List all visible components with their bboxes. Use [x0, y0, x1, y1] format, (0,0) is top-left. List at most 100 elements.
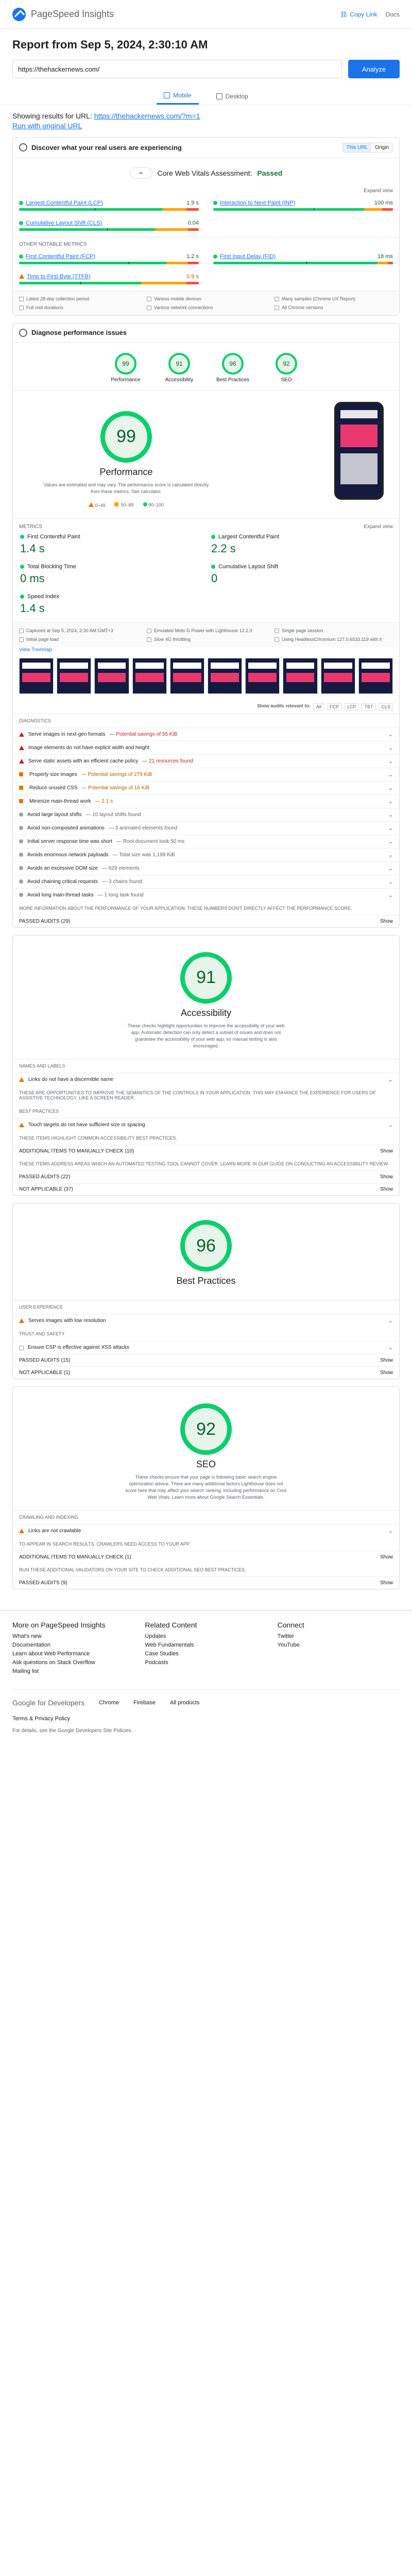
diagnostic-audit-row[interactable]: Avoid chaining critical requests — 3 cha…: [13, 874, 399, 888]
filter-fcp[interactable]: FCP: [327, 703, 341, 710]
performance-more-info: More information about the performance o…: [19, 905, 352, 911]
show-button[interactable]: Show: [380, 1148, 393, 1154]
diagnostic-audit-row[interactable]: Properly size images — Potential savings…: [13, 767, 399, 781]
google-developers-logo[interactable]: Google for Developers: [12, 1699, 84, 1707]
expand-view-link[interactable]: Expand view: [13, 188, 399, 198]
chrome-icon: [274, 305, 279, 310]
inp-metric-link[interactable]: Interaction to Next Paint (INP): [213, 200, 295, 206]
good-circle-icon: [143, 502, 147, 506]
audit-detail: — Potential savings of 16 KiB: [81, 785, 150, 791]
showing-results: Showing results for URL: https://thehack…: [0, 105, 412, 137]
lab-metric: Total Blocking Time 0 ms: [20, 564, 201, 585]
manual-checks-row[interactable]: ADDITIONAL ITEMS TO MANUALLY CHECK (10) S…: [13, 1145, 399, 1157]
show-button[interactable]: Show: [380, 1174, 393, 1180]
show-button[interactable]: Show: [380, 1358, 393, 1363]
best-practices-audit-row[interactable]: Ensure CSP is effective against XSS atta…: [13, 1341, 399, 1354]
seo-score-link[interactable]: 92 SEO: [268, 352, 304, 383]
footer-link[interactable]: Learn about Web Performance: [12, 1651, 134, 1657]
not-applicable-row[interactable]: NOT APPLICABLE (1) Show: [13, 1366, 399, 1379]
url-input[interactable]: [12, 60, 342, 78]
fcp-value: 1.2 s: [186, 253, 199, 260]
best-practices-audit-row[interactable]: Serves images with low resolution ⌄: [13, 1314, 399, 1327]
show-button[interactable]: Show: [380, 1554, 393, 1560]
lcp-metric-link[interactable]: Largest Contentful Paint (LCP): [19, 200, 103, 206]
lab-metrics-grid: First Contentful Paint 1.4 s Largest Cont…: [13, 534, 399, 622]
link-icon: ⛓: [340, 10, 348, 18]
meta-item: Emulated Moto G Power with Lighthouse 12…: [147, 628, 265, 633]
performance-score-link[interactable]: 99 Performance: [108, 352, 144, 383]
accessibility-audit-row[interactable]: Touch targets do not have sufficient siz…: [13, 1118, 399, 1131]
footer-link[interactable]: Documentation: [12, 1642, 134, 1648]
toggle-origin[interactable]: Origin: [371, 143, 392, 152]
fcp-metric-link[interactable]: First Contentful Paint (FCP): [19, 253, 95, 260]
audit-filter-bar: Show audits relevant to: All FCP LCP TBT CLS: [13, 700, 399, 714]
footer-link[interactable]: Case Studies: [145, 1651, 267, 1657]
ttfb-metric-link[interactable]: Time to First Byte (TTFB): [19, 274, 91, 280]
show-button[interactable]: Show: [380, 1187, 393, 1192]
best-practices-score-link[interactable]: 96 Best Practices: [215, 352, 251, 383]
footer-link[interactable]: Updates: [145, 1633, 267, 1639]
passed-audits-row[interactable]: PASSED AUDITS (15) Show: [13, 1354, 399, 1366]
showing-url-link[interactable]: https://thehackernews.com/?m=1: [94, 112, 200, 120]
footer-product-link[interactable]: Firebase: [133, 1700, 156, 1706]
passed-audits-row[interactable]: PASSED AUDITS (22) Show: [13, 1171, 399, 1183]
footer-link[interactable]: Mailing list: [12, 1668, 134, 1674]
toggle-this-url[interactable]: This URL: [342, 143, 372, 152]
diagnostic-audit-row[interactable]: Avoids an excessive DOM size — 629 eleme…: [13, 861, 399, 875]
fid-metric-link[interactable]: First Input Delay (FID): [213, 253, 276, 260]
show-passed-button[interactable]: Show: [380, 919, 393, 924]
cwv-metric: Largest Contentful Paint (LCP) 1.9 s: [19, 200, 199, 211]
show-button[interactable]: Show: [380, 1580, 393, 1586]
accessibility-audit-row[interactable]: Links do not have a discernible name ⌄: [13, 1073, 399, 1086]
filter-cls[interactable]: CLS: [379, 703, 393, 710]
analyze-button[interactable]: Analyze: [348, 60, 400, 78]
terms-link[interactable]: Terms & Privacy Policy: [12, 1716, 400, 1722]
footer-link[interactable]: What's new: [12, 1633, 134, 1639]
filter-lcp[interactable]: LCP: [344, 703, 359, 710]
cls-metric-link[interactable]: Cumulative Layout Shift (CLS): [19, 220, 102, 226]
diagnostic-audit-row[interactable]: Initial server response time was short —…: [13, 834, 399, 848]
diagnostic-audit-row[interactable]: Image elements do not have explicit widt…: [13, 740, 399, 754]
accessibility-score-link[interactable]: 91 Accessibility: [161, 352, 197, 383]
seo-audit-row[interactable]: Links are not crawlable ⌄: [13, 1524, 399, 1537]
chevron-down-icon: ⌄: [388, 771, 393, 778]
diagnostic-audit-row[interactable]: Minimize main-thread work — 2.1 s ⌄: [13, 794, 399, 808]
footer-product-link[interactable]: All products: [170, 1700, 199, 1706]
not-applicable-row[interactable]: NOT APPLICABLE (37) Show: [13, 1183, 399, 1195]
calendar-icon: [19, 296, 24, 301]
filter-all[interactable]: All: [313, 703, 324, 710]
diagnostic-audit-row[interactable]: Avoids enormous network payloads — Total…: [13, 848, 399, 861]
tab-desktop[interactable]: Desktop: [209, 87, 255, 105]
footer-link[interactable]: Ask questions on Stack Overflow: [12, 1659, 134, 1666]
cwv-metric: Interaction to Next Paint (INP) 100 ms: [213, 200, 393, 211]
footer-link[interactable]: YouTube: [278, 1642, 400, 1648]
footer-link[interactable]: Twitter: [278, 1633, 400, 1639]
meta-item: Initial page load: [19, 637, 138, 642]
docs-link[interactable]: Docs: [386, 11, 400, 18]
diagnostic-audit-row[interactable]: Avoid large layout shifts — 10 layout sh…: [13, 807, 399, 821]
diagnostic-audit-row[interactable]: Serve images in next-gen formats — Poten…: [13, 727, 399, 741]
audit-label-group: Avoid chaining critical requests — 3 cha…: [19, 879, 142, 885]
tab-mobile[interactable]: Mobile: [157, 87, 199, 105]
brand: PageSpeed Insights: [12, 7, 114, 21]
filter-tbt[interactable]: TBT: [362, 703, 376, 710]
view-treemap-button[interactable]: View Treemap: [13, 647, 399, 658]
audit-detail: — 21 resources found: [142, 758, 193, 764]
diagnostic-audit-row[interactable]: Avoid long main-thread tasks — 1 long ta…: [13, 888, 399, 902]
manual-checks-row[interactable]: ADDITIONAL ITEMS TO MANUALLY CHECK (1) Sh…: [13, 1551, 399, 1563]
audit-label-group: Reduce unused CSS — Potential savings of…: [19, 785, 149, 791]
copy-link-button[interactable]: ⛓ Copy Link: [340, 11, 377, 18]
show-button[interactable]: Show: [380, 1370, 393, 1376]
diagnostic-audit-row[interactable]: Avoid non-composited animations — 3 anim…: [13, 821, 399, 835]
diagnostics-label: DIAGNOSTICS: [19, 718, 52, 723]
passed-audits-row[interactable]: PASSED AUDITS (29) Show: [13, 914, 399, 927]
expand-lab-metrics[interactable]: Expand view: [364, 524, 393, 530]
run-original-url-link[interactable]: Run with original URL: [12, 122, 82, 130]
passed-audits-row[interactable]: PASSED AUDITS (9) Show: [13, 1577, 399, 1589]
footer-product-link[interactable]: Chrome: [99, 1700, 119, 1706]
footer-link[interactable]: Podcasts: [145, 1659, 267, 1666]
chevron-down-icon: ⌄: [388, 1122, 393, 1129]
footer-link[interactable]: Web Fundamentals: [145, 1642, 267, 1648]
diagnostic-audit-row[interactable]: Reduce unused CSS — Potential savings of…: [13, 781, 399, 794]
diagnostic-audit-row[interactable]: Serve static assets with an efficient ca…: [13, 754, 399, 768]
